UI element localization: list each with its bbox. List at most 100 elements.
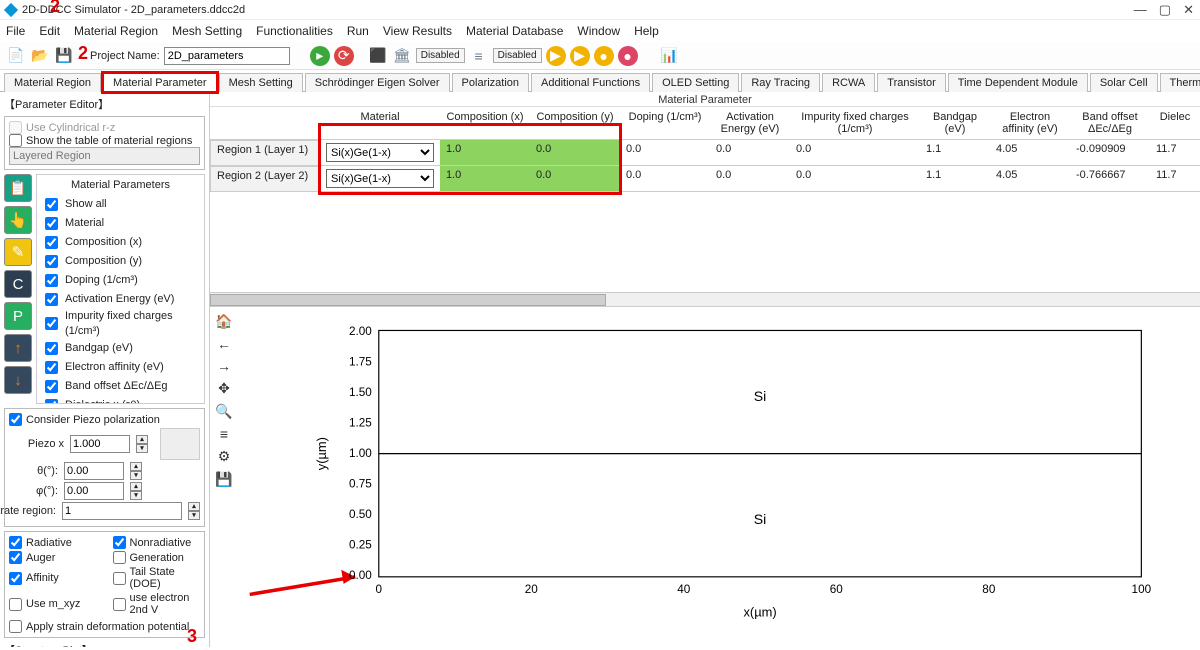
- menu-window[interactable]: Window: [577, 24, 620, 38]
- row1-material-select[interactable]: Si(x)Ge(1-x): [326, 143, 434, 162]
- row2-die[interactable]: 11.7: [1150, 166, 1200, 192]
- piezo-checkbox[interactable]: [9, 413, 22, 426]
- substrate-input[interactable]: [62, 502, 182, 520]
- plot-back-icon[interactable]: ←: [217, 336, 231, 352]
- param-material-check[interactable]: [45, 217, 58, 230]
- tab-polarization[interactable]: Polarization: [452, 73, 529, 92]
- param-showall-check[interactable]: [45, 198, 58, 211]
- row2-ea[interactable]: 4.05: [990, 166, 1070, 192]
- row2-ifc[interactable]: 0.0: [790, 166, 920, 192]
- param-bandgap-check[interactable]: [45, 342, 58, 355]
- row1-ifc[interactable]: 0.0: [790, 140, 920, 166]
- tab-rcwa[interactable]: RCWA: [822, 73, 875, 92]
- tab-thermal[interactable]: Thermal: [1160, 73, 1200, 92]
- param-ifc-check[interactable]: [45, 317, 58, 330]
- sidebtn-c-icon[interactable]: C: [4, 270, 32, 298]
- row1-compy[interactable]: 0.0: [530, 140, 620, 166]
- play3-icon[interactable]: ●: [594, 46, 614, 66]
- tab-solar-cell[interactable]: Solar Cell: [1090, 73, 1158, 92]
- affinity-check[interactable]: [9, 572, 22, 585]
- tab-transistor[interactable]: Transistor: [877, 73, 946, 92]
- tab-additional-functions[interactable]: Additional Functions: [531, 73, 650, 92]
- disabled-box-1[interactable]: Disabled: [416, 48, 465, 63]
- radiative-check[interactable]: [9, 536, 22, 549]
- project-name-input[interactable]: [164, 47, 290, 65]
- param-doping-check[interactable]: [45, 274, 58, 287]
- menu-help[interactable]: Help: [634, 24, 659, 38]
- param-bo-check[interactable]: [45, 380, 58, 393]
- nonrad-check[interactable]: [113, 536, 126, 549]
- menu-material-region[interactable]: Material Region: [74, 24, 158, 38]
- menu-functionalities[interactable]: Functionalities: [256, 24, 333, 38]
- sidebtn-copy-icon[interactable]: 📋: [4, 174, 32, 202]
- row2-bg[interactable]: 1.1: [920, 166, 990, 192]
- theta-dn[interactable]: ▾: [130, 471, 142, 480]
- generation-check[interactable]: [113, 551, 126, 564]
- show-table-checkbox[interactable]: [9, 134, 22, 147]
- sidebtn-p-icon[interactable]: P: [4, 302, 32, 330]
- tab-mesh-setting[interactable]: Mesh Setting: [219, 73, 303, 92]
- param-ae-check[interactable]: [45, 293, 58, 306]
- plot-save-icon[interactable]: 💾: [215, 471, 232, 488]
- plot-fwd-icon[interactable]: →: [217, 358, 231, 374]
- sub-up[interactable]: ▴: [188, 502, 200, 511]
- row1-doping[interactable]: 0.0: [620, 140, 710, 166]
- column-icon[interactable]: ⬛: [368, 46, 388, 66]
- bank-icon[interactable]: 🏛: [392, 46, 412, 66]
- row1-bg[interactable]: 1.1: [920, 140, 990, 166]
- sidebtn-up-icon[interactable]: ↑: [4, 334, 32, 362]
- usemxyz-check[interactable]: [9, 598, 22, 611]
- list-icon[interactable]: ≡: [469, 46, 489, 66]
- piezo-x-dn[interactable]: ▾: [136, 444, 148, 453]
- row2-bo[interactable]: -0.766667: [1070, 166, 1150, 192]
- menu-view-results[interactable]: View Results: [383, 24, 452, 38]
- plot-zoom-icon[interactable]: 🔍: [215, 403, 232, 420]
- disabled-box-2[interactable]: Disabled: [493, 48, 542, 63]
- tab-schrodinger[interactable]: Schrödinger Eigen Solver: [305, 73, 450, 92]
- run-green-icon[interactable]: ▸: [310, 46, 330, 66]
- param-ea-check[interactable]: [45, 361, 58, 374]
- maximize-button[interactable]: ▢: [1159, 2, 1171, 18]
- tab-time-dependent[interactable]: Time Dependent Module: [948, 73, 1088, 92]
- row1-ea[interactable]: 4.05: [990, 140, 1070, 166]
- theta-input[interactable]: [64, 462, 124, 480]
- play1-icon[interactable]: ▶: [546, 46, 566, 66]
- new-icon[interactable]: 📄: [6, 46, 26, 66]
- piezo-x-input[interactable]: [70, 435, 130, 453]
- tab-ray-tracing[interactable]: Ray Tracing: [741, 73, 820, 92]
- plot-config-icon[interactable]: ≡: [220, 426, 228, 442]
- row2-compx[interactable]: 1.0: [440, 166, 530, 192]
- tail-check[interactable]: [113, 572, 126, 585]
- grid-hscroll[interactable]: [210, 292, 1200, 306]
- minimize-button[interactable]: —: [1134, 2, 1147, 18]
- tab-material-region[interactable]: Material Region: [4, 73, 101, 92]
- tab-oled-setting[interactable]: OLED Setting: [652, 73, 739, 92]
- row1-die[interactable]: 11.7: [1150, 140, 1200, 166]
- param-compy-check[interactable]: [45, 255, 58, 268]
- param-compx-check[interactable]: [45, 236, 58, 249]
- sidebtn-edit-icon[interactable]: ✎: [4, 238, 32, 266]
- menu-edit[interactable]: Edit: [39, 24, 60, 38]
- strain-check[interactable]: [9, 620, 22, 633]
- sidebtn-down-icon[interactable]: ↓: [4, 366, 32, 394]
- row1-ae[interactable]: 0.0: [710, 140, 790, 166]
- row1-bo[interactable]: -0.090909: [1070, 140, 1150, 166]
- phi-dn[interactable]: ▾: [130, 491, 142, 500]
- row2-ae[interactable]: 0.0: [710, 166, 790, 192]
- close-button[interactable]: ✕: [1183, 2, 1194, 18]
- row2-doping[interactable]: 0.0: [620, 166, 710, 192]
- barchart-icon[interactable]: 📊: [660, 46, 680, 66]
- row2-material-select[interactable]: Si(x)Ge(1-x): [326, 169, 434, 188]
- param-diex-check[interactable]: [45, 399, 58, 404]
- phi-up[interactable]: ▴: [130, 482, 142, 491]
- phi-input[interactable]: [64, 482, 124, 500]
- plot-home-icon[interactable]: 🏠: [215, 313, 232, 330]
- auger-check[interactable]: [9, 551, 22, 564]
- refresh-red-icon[interactable]: ⟳: [334, 46, 354, 66]
- tab-material-parameter[interactable]: Material Parameter: [103, 73, 217, 92]
- e2ndv-check[interactable]: [113, 598, 126, 611]
- play2-icon[interactable]: ▶: [570, 46, 590, 66]
- plot-pan-icon[interactable]: ✥: [218, 380, 230, 397]
- play4-icon[interactable]: ●: [618, 46, 638, 66]
- sub-dn[interactable]: ▾: [188, 511, 200, 520]
